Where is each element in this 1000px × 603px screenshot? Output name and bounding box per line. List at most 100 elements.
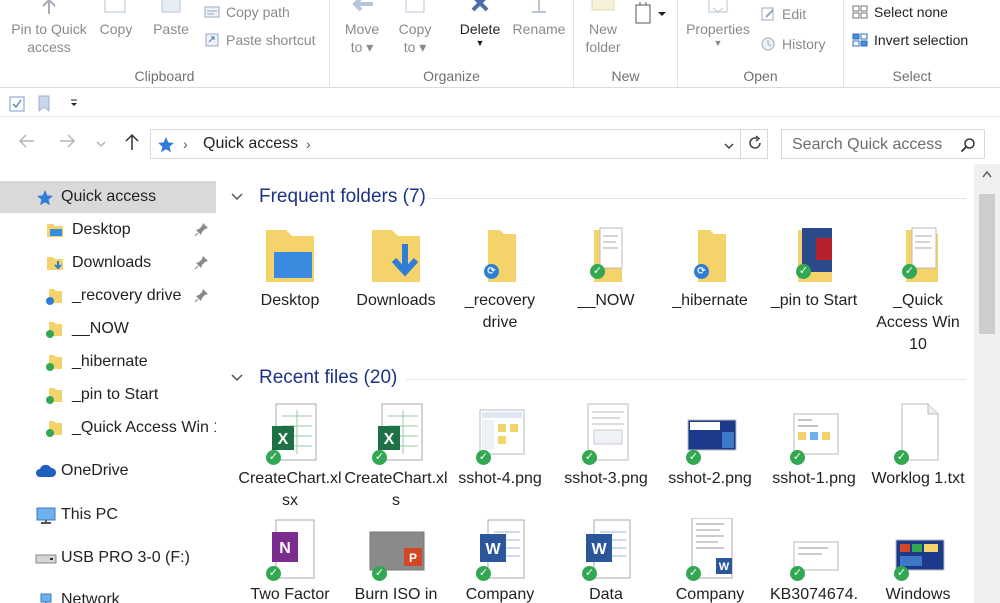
pin-to-quick-access-button[interactable]: Pin to Quick access (4, 0, 94, 56)
scroll-up-arrow-icon[interactable] (982, 170, 992, 178)
nav-item-label: _Quick Access Win 1 (72, 419, 216, 436)
properties-dropdown-icon[interactable]: ▼ (682, 38, 754, 48)
folder-tile-now[interactable]: ✓ __NOW (554, 224, 658, 312)
folder-name: _hibernate (672, 292, 748, 309)
forward-button[interactable] (58, 133, 76, 154)
chevron-down-icon[interactable] (230, 189, 244, 203)
properties-button[interactable]: Properties ▼ (682, 0, 754, 48)
file-name: CreateChart.xls (344, 470, 448, 509)
pin-icon[interactable] (194, 221, 210, 237)
file-tile-sshot-3[interactable]: ✓ sshot-3.png (554, 402, 658, 490)
select-none-button[interactable]: Select none (852, 4, 948, 20)
nav-item-network[interactable]: Network (0, 584, 216, 603)
image-file-icon: ✓ (778, 518, 850, 582)
address-history-dropdown-icon[interactable] (723, 138, 735, 156)
nav-item-onedrive[interactable]: OneDrive (0, 455, 216, 487)
synced-check-icon: ✓ (590, 264, 605, 279)
paste-button[interactable]: Paste (148, 0, 194, 38)
new-folder-button[interactable]: New folder (580, 0, 626, 56)
refresh-button[interactable] (740, 129, 768, 159)
nav-item-pin-to-start[interactable]: _pin to Start (0, 379, 216, 411)
nav-item-downloads[interactable]: Downloads (0, 247, 216, 279)
copy-to-button[interactable]: Copy to ▾ (392, 0, 438, 56)
invert-selection-button[interactable]: Invert selection (852, 32, 968, 48)
file-tile-sshot-1[interactable]: ✓ sshot-1.png (762, 402, 866, 490)
search-box[interactable]: Search Quick access (781, 129, 985, 159)
search-placeholder: Search Quick access (792, 136, 943, 153)
recent-files-header[interactable]: Recent files (20) (226, 364, 966, 394)
delete-icon (471, 0, 489, 12)
nav-item-usb-drive[interactable]: USB PRO 3-0 (F:) (0, 542, 216, 574)
content-pane: Frequent folders (7) Desktop Downloads ⟳… (216, 172, 974, 603)
nav-item-label: _recovery drive (72, 287, 182, 304)
nav-item-label: _pin to Start (72, 386, 159, 403)
nav-item-quick-access[interactable]: Quick access (0, 181, 216, 213)
delete-button[interactable]: Delete ▼ (454, 0, 506, 48)
file-tile-sshot-4[interactable]: ✓ sshot-4.png (448, 402, 552, 490)
address-bar[interactable]: › Quick access › (150, 129, 768, 159)
image-file-icon: ✓ (464, 402, 536, 466)
breadcrumb-chevron-icon[interactable]: › (306, 136, 311, 152)
delete-dropdown-icon[interactable]: ▼ (454, 38, 506, 48)
organize-group: Move to ▾ Copy to ▾ Delete ▼ Rename Orga… (330, 0, 574, 88)
customize-toolbar-dropdown-icon[interactable] (69, 99, 79, 109)
svg-text:N: N (279, 540, 291, 557)
bookmark-icon[interactable] (37, 95, 51, 113)
rename-button[interactable]: Rename (508, 0, 570, 38)
properties-checkbox-icon[interactable] (9, 96, 25, 112)
edit-button[interactable]: Edit (760, 6, 806, 22)
pin-icon[interactable] (194, 254, 210, 270)
file-tile-windows[interactable]: ✓ Windows (866, 518, 970, 603)
folder-tile-desktop[interactable]: Desktop (238, 224, 342, 312)
folder-tile-recovery-drive[interactable]: ⟳ _recovery drive (448, 224, 552, 334)
address-row: › Quick access › Search Quick access (0, 124, 1000, 164)
edit-icon (761, 7, 774, 21)
image-file-icon: ✓ (778, 402, 850, 466)
recent-locations-button[interactable] (95, 136, 107, 154)
nav-item-this-pc[interactable]: This PC (0, 499, 216, 531)
frequent-folders-header[interactable]: Frequent folders (7) (226, 183, 966, 213)
folder-tile-pin-to-start[interactable]: ✓ _pin to Start (762, 224, 866, 312)
new-item-button[interactable] (634, 2, 670, 26)
nav-item-recovery-drive[interactable]: _recovery drive (0, 280, 216, 312)
vertical-scrollbar[interactable] (974, 164, 1000, 603)
up-button[interactable] (124, 133, 140, 156)
folder-icon: ⟳ (464, 224, 536, 288)
back-button[interactable] (18, 133, 36, 154)
nav-item-quick-access-win-10[interactable]: _Quick Access Win 1 (0, 412, 216, 444)
file-tile-sshot-2[interactable]: ✓ sshot-2.png (658, 402, 762, 490)
folder-tile-hibernate[interactable]: ⟳ _hibernate (658, 224, 762, 312)
nav-item-desktop[interactable]: Desktop (0, 214, 216, 246)
file-tile-data[interactable]: W ✓ Data (554, 518, 658, 603)
folder-synced-icon (46, 421, 62, 437)
history-button[interactable]: History (760, 36, 826, 52)
file-name: sshot-2.png (668, 470, 752, 487)
pin-icon[interactable] (194, 287, 210, 303)
synced-check-icon: ✓ (796, 264, 811, 279)
file-tile-worklog[interactable]: ✓ Worklog 1.txt (866, 402, 970, 490)
synced-check-icon: ✓ (790, 450, 805, 465)
file-tile-company-1[interactable]: W ✓ Company (448, 518, 552, 603)
scroll-thumb[interactable] (979, 194, 995, 334)
breadcrumb-separator-icon[interactable]: › (183, 136, 188, 152)
file-tile-createchart-xlsx[interactable]: X ✓ CreateChart.xlsx (238, 402, 342, 512)
nav-item-hibernate[interactable]: _hibernate (0, 346, 216, 378)
search-icon[interactable] (960, 137, 976, 153)
copy-path-button[interactable]: Copy path (204, 4, 290, 20)
file-tile-burn-iso[interactable]: P ✓ Burn ISO in (344, 518, 448, 603)
file-tile-createchart-xls[interactable]: X ✓ CreateChart.xls (344, 402, 448, 512)
file-name: sshot-4.png (458, 470, 542, 487)
up-arrow-icon (125, 133, 139, 150)
sync-status-icon: ⟳ (694, 264, 709, 279)
file-tile-kb3074674[interactable]: ✓ KB3074674. (762, 518, 866, 603)
move-to-button[interactable]: Move to ▾ (336, 0, 388, 56)
folder-tile-quick-access-win-10[interactable]: ✓ _Quick Access Win 10 (866, 224, 970, 356)
breadcrumb-quick-access[interactable]: Quick access (203, 135, 298, 153)
nav-item-now[interactable]: __NOW (0, 313, 216, 345)
folder-tile-downloads[interactable]: Downloads (344, 224, 448, 312)
file-tile-two-factor[interactable]: N ✓ Two Factor (238, 518, 342, 603)
chevron-down-icon[interactable] (230, 370, 244, 384)
file-tile-company-2[interactable]: W ✓ Company (658, 517, 762, 603)
copy-button[interactable]: Copy (96, 0, 136, 38)
paste-shortcut-button[interactable]: Paste shortcut (204, 32, 316, 48)
